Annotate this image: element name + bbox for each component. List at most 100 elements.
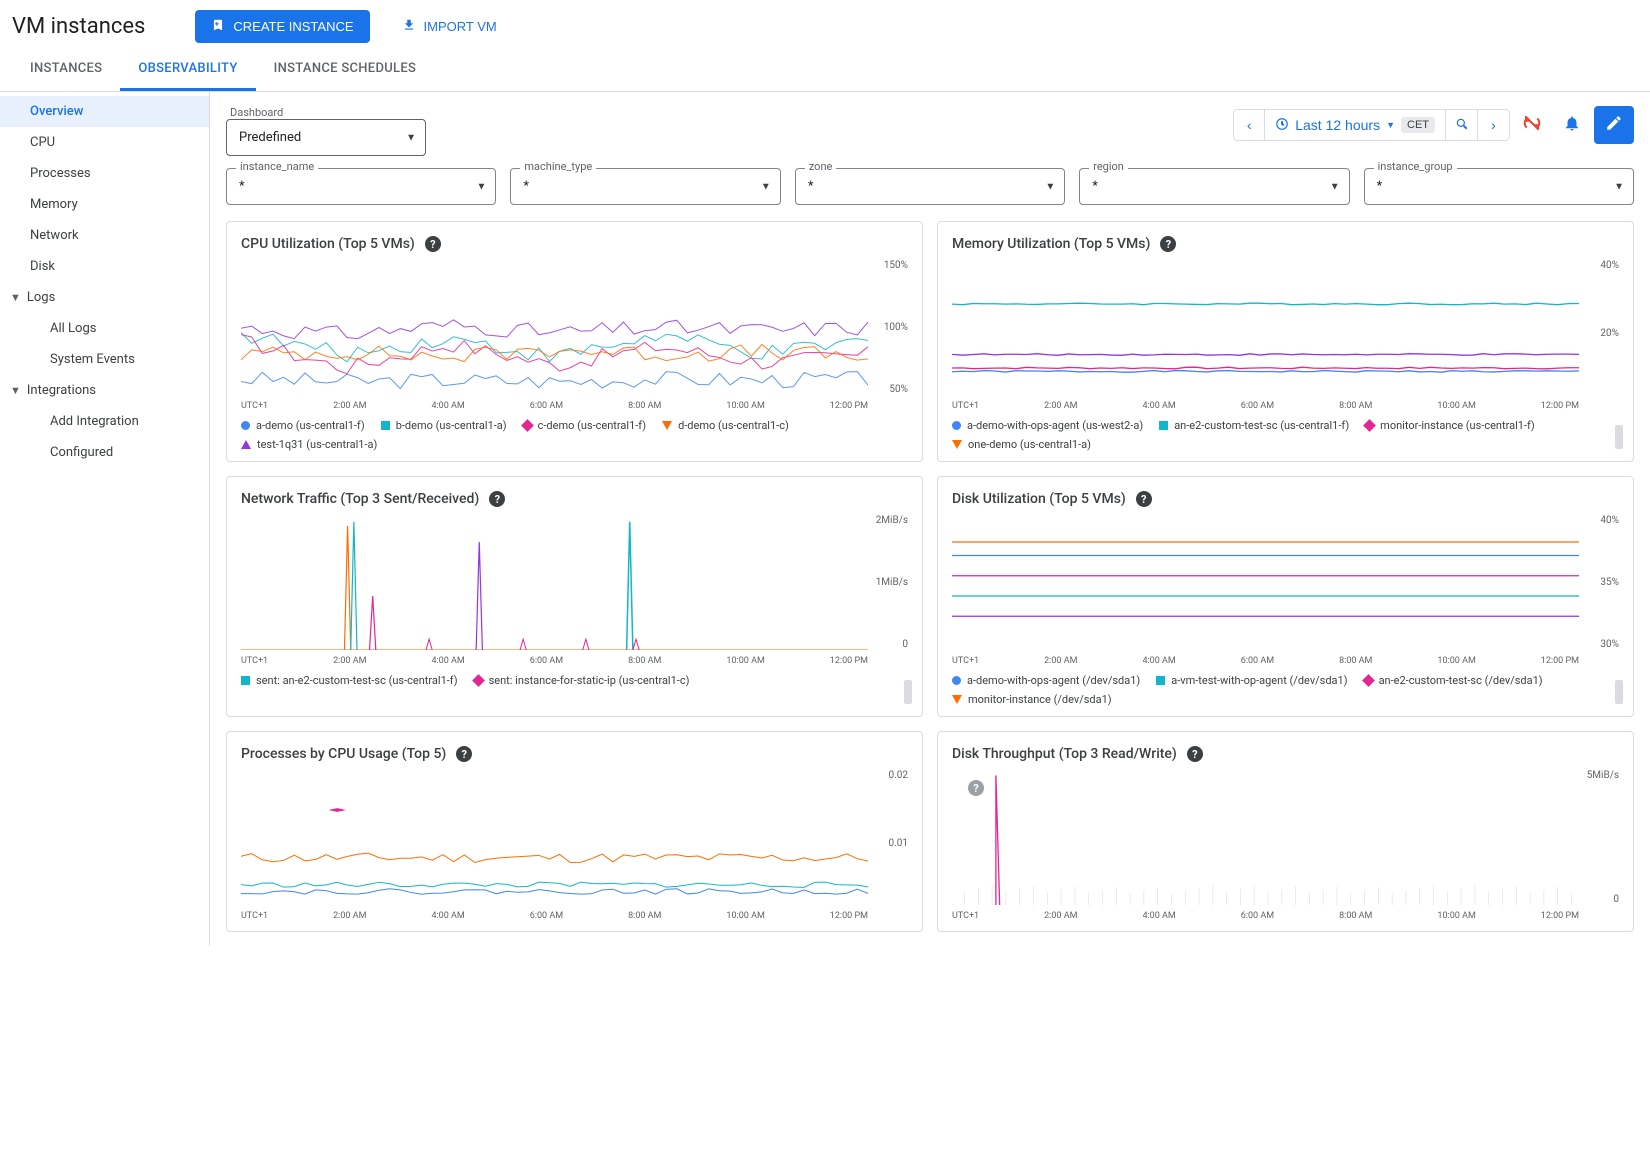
filter-label: instance_name	[236, 160, 318, 173]
legend-item[interactable]: an-e2-custom-test-sc (us-central1-f)	[1159, 419, 1349, 432]
sidebar-item-network[interactable]: Network	[0, 220, 209, 251]
chart-card: CPU Utilization (Top 5 VMs)?150%100%50%U…	[226, 221, 923, 462]
help-icon[interactable]: ?	[1136, 491, 1152, 507]
legend-item[interactable]: d-demo (us-central1-c)	[662, 419, 789, 432]
filters: instance_name*▼ machine_type*▼ zone*▼ re…	[226, 168, 1634, 205]
filter-region[interactable]: *	[1079, 168, 1349, 205]
chart-plot[interactable]	[952, 260, 1579, 395]
legend-item[interactable]: sent: instance-for-static-ip (us-central…	[474, 674, 690, 687]
time-next-button[interactable]: ›	[1478, 109, 1510, 141]
legend-item[interactable]: a-demo (us-central1-f)	[241, 419, 365, 432]
scrollbar[interactable]	[1615, 425, 1623, 449]
legend-item[interactable]: a-demo-with-ops-agent (us-west2-a)	[952, 419, 1143, 432]
info-icon[interactable]: ?	[968, 780, 984, 796]
legend-marker-icon	[1363, 419, 1376, 432]
chart-plot[interactable]	[952, 515, 1579, 650]
legend-label: a-demo-with-ops-agent (/dev/sda1)	[967, 674, 1140, 687]
legend-label: c-demo (us-central1-f)	[538, 419, 646, 432]
chart-plot[interactable]: ?	[952, 770, 1579, 905]
time-search-button[interactable]	[1446, 109, 1478, 141]
legend-item[interactable]: test-1q31 (us-central1-a)	[241, 438, 377, 451]
legend-label: d-demo (us-central1-c)	[678, 419, 789, 432]
search-icon	[1455, 117, 1469, 134]
legend-item[interactable]: an-e2-custom-test-sc (/dev/sda1)	[1364, 674, 1543, 687]
chart-legend: a-demo-with-ops-agent (us-west2-a) an-e2-…	[952, 419, 1619, 451]
create-instance-button[interactable]: CREATE INSTANCE	[195, 10, 369, 43]
chart-plot[interactable]	[241, 770, 868, 905]
help-icon[interactable]: ?	[1187, 746, 1203, 762]
import-icon	[402, 18, 416, 35]
legend-item[interactable]: a-vm-test-with-op-agent (/dev/sda1)	[1156, 674, 1347, 687]
tab-instance-schedules[interactable]: INSTANCE SCHEDULES	[256, 49, 435, 91]
chart-legend: a-demo (us-central1-f) b-demo (us-central…	[241, 419, 908, 451]
x-axis: UTC+12:00 AM4:00 AM6:00 AM8:00 AM10:00 A…	[241, 656, 868, 666]
tab-instances[interactable]: INSTANCES	[12, 49, 120, 91]
time-range-button[interactable]: Last 12 hours ▼ CET	[1265, 109, 1446, 141]
scrollbar[interactable]	[904, 680, 912, 704]
sidebar-item-processes[interactable]: Processes	[0, 158, 209, 189]
legend-marker-icon	[1159, 421, 1168, 430]
legend-label: a-vm-test-with-op-agent (/dev/sda1)	[1171, 674, 1347, 687]
chart-card: Disk Utilization (Top 5 VMs)?40%35%30%UT…	[937, 476, 1634, 717]
sidebar-item-add-integration[interactable]: Add Integration	[0, 406, 209, 437]
sidebar-item-memory[interactable]: Memory	[0, 189, 209, 220]
chevron-right-icon: ›	[1491, 117, 1496, 133]
sidebar-item-cpu[interactable]: CPU	[0, 127, 209, 158]
help-icon[interactable]: ?	[456, 746, 472, 762]
legend-label: monitor-instance (/dev/sda1)	[968, 693, 1112, 706]
sidebar-item-disk[interactable]: Disk	[0, 251, 209, 282]
legend-item[interactable]: monitor-instance (/dev/sda1)	[952, 693, 1112, 706]
dashboard-label: Dashboard	[226, 106, 426, 119]
legend-label: sent: instance-for-static-ip (us-central…	[489, 674, 690, 687]
filter-zone[interactable]: *	[795, 168, 1065, 205]
legend-item[interactable]: sent: an-e2-custom-test-sc (us-central1-…	[241, 674, 458, 687]
chart-plot[interactable]	[241, 515, 868, 650]
legend-marker-icon	[381, 421, 390, 430]
help-icon[interactable]: ?	[489, 491, 505, 507]
chart-grid: CPU Utilization (Top 5 VMs)?150%100%50%U…	[226, 221, 1634, 932]
sidebar-group-logs[interactable]: ▼ Logs	[0, 282, 209, 313]
legend-marker-icon	[241, 440, 251, 449]
legend-label: an-e2-custom-test-sc (us-central1-f)	[1174, 419, 1349, 432]
help-icon[interactable]: ?	[1160, 236, 1176, 252]
sidebar-item-configured[interactable]: Configured	[0, 437, 209, 468]
time-prev-button[interactable]: ‹	[1233, 109, 1265, 141]
caret-down-icon: ▼	[10, 291, 21, 304]
scrollbar[interactable]	[1615, 680, 1623, 704]
sidebar-item-overview[interactable]: Overview	[0, 96, 209, 127]
import-vm-label: IMPORT VM	[424, 19, 497, 34]
dashboard-select[interactable]: Predefined	[226, 119, 426, 156]
caret-down-icon: ▼	[10, 384, 21, 397]
legend-marker-icon	[662, 421, 672, 430]
legend-item[interactable]: one-demo (us-central1-a)	[952, 438, 1091, 451]
sidebar-item-all-logs[interactable]: All Logs	[0, 313, 209, 344]
filter-instance-group[interactable]: *	[1364, 168, 1634, 205]
filter-instance-name[interactable]: *	[226, 168, 496, 205]
legend-label: b-demo (us-central1-a)	[396, 419, 507, 432]
filter-machine-type[interactable]: *	[510, 168, 780, 205]
chart-card: Memory Utilization (Top 5 VMs)?40%20%UTC…	[937, 221, 1634, 462]
auto-refresh-off-button[interactable]	[1514, 107, 1550, 143]
sidebar-item-system-events[interactable]: System Events	[0, 344, 209, 375]
filter-label: machine_type	[520, 160, 596, 173]
tab-observability[interactable]: OBSERVABILITY	[120, 49, 255, 91]
edit-button[interactable]	[1594, 106, 1634, 144]
chart-plot[interactable]	[241, 260, 868, 395]
chart-legend: a-demo-with-ops-agent (/dev/sda1) a-vm-te…	[952, 674, 1619, 706]
legend-item[interactable]: c-demo (us-central1-f)	[523, 419, 646, 432]
chart-legend: sent: an-e2-custom-test-sc (us-central1-…	[241, 674, 908, 687]
legend-item[interactable]: monitor-instance (us-central1-f)	[1365, 419, 1535, 432]
alert-button[interactable]	[1554, 107, 1590, 143]
legend-marker-icon	[1362, 674, 1375, 687]
legend-label: one-demo (us-central1-a)	[968, 438, 1091, 451]
legend-item[interactable]: a-demo-with-ops-agent (/dev/sda1)	[952, 674, 1140, 687]
legend-item[interactable]: b-demo (us-central1-a)	[381, 419, 507, 432]
bell-icon	[1563, 114, 1581, 137]
sidebar-group-integrations[interactable]: ▼ Integrations	[0, 375, 209, 406]
legend-marker-icon	[241, 421, 250, 430]
help-icon[interactable]: ?	[425, 236, 441, 252]
filter-label: instance_group	[1374, 160, 1457, 173]
x-axis: UTC+12:00 AM4:00 AM6:00 AM8:00 AM10:00 A…	[241, 401, 868, 411]
legend-marker-icon	[472, 674, 485, 687]
import-vm-button[interactable]: IMPORT VM	[390, 10, 509, 43]
